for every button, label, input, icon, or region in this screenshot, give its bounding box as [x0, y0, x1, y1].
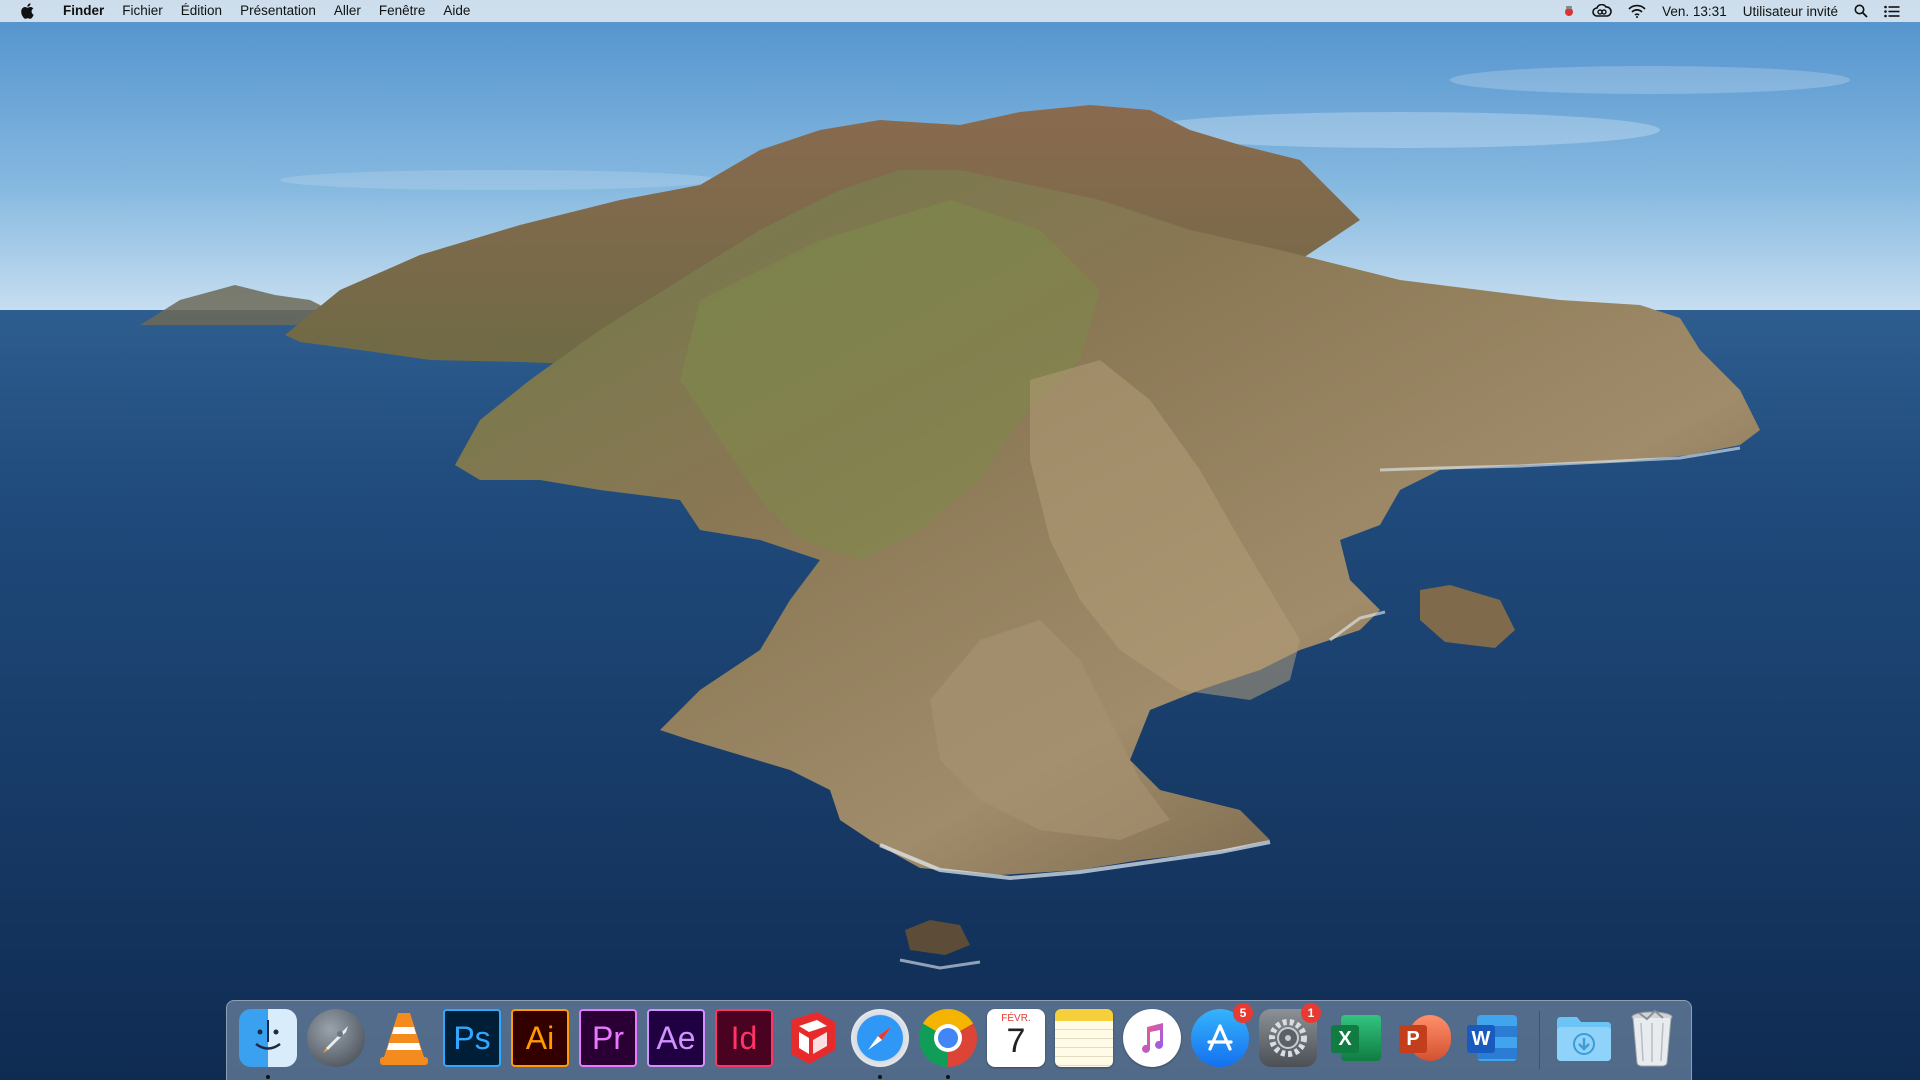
- dock-item-trash[interactable]: [1623, 1009, 1681, 1067]
- notification-badge: 5: [1233, 1003, 1253, 1023]
- desktop-wallpaper: [0, 0, 1920, 1080]
- dock-item-sketchup[interactable]: [783, 1009, 841, 1067]
- after-effects-icon: Ae: [647, 1009, 705, 1067]
- illustrator-icon: Ai: [511, 1009, 569, 1067]
- dock-item-launchpad[interactable]: [307, 1009, 365, 1067]
- dock-item-safari[interactable]: [851, 1009, 909, 1079]
- powerpoint-letter: P: [1399, 1025, 1427, 1053]
- menu-app-name[interactable]: Finder: [54, 0, 113, 22]
- apple-menu-icon[interactable]: [0, 0, 54, 22]
- clock[interactable]: Ven. 13:31: [1654, 0, 1735, 22]
- menu-edition[interactable]: Édition: [172, 0, 231, 22]
- dock-item-photoshop[interactable]: Ps: [443, 1009, 501, 1067]
- dock-item-powerpoint[interactable]: P: [1395, 1009, 1453, 1067]
- finder-icon: [239, 1009, 297, 1067]
- dock-item-word[interactable]: W: [1463, 1009, 1521, 1067]
- recording-indicator-icon[interactable]: [1554, 0, 1584, 22]
- running-indicator: [946, 1075, 950, 1079]
- spotlight-search-icon[interactable]: [1846, 0, 1876, 22]
- itunes-icon: [1123, 1009, 1181, 1067]
- downloads-folder-icon: [1555, 1009, 1613, 1067]
- chrome-icon: [919, 1009, 977, 1067]
- safari-icon: [851, 1009, 909, 1067]
- powerpoint-icon: P: [1395, 1009, 1453, 1067]
- dock-item-after-effects[interactable]: Ae: [647, 1009, 705, 1067]
- dock-item-system-preferences[interactable]: 1: [1259, 1003, 1321, 1067]
- calendar-icon: FÉVR. 7: [987, 1009, 1045, 1067]
- vlc-icon: [375, 1009, 433, 1067]
- calendar-day: 7: [1006, 1022, 1026, 1060]
- menu-aide[interactable]: Aide: [434, 0, 479, 22]
- excel-icon: X: [1327, 1009, 1385, 1067]
- menu-presentation[interactable]: Présentation: [231, 0, 325, 22]
- premiere-icon: Pr: [579, 1009, 637, 1067]
- notification-badge: 1: [1301, 1003, 1321, 1023]
- menu-fenetre[interactable]: Fenêtre: [370, 0, 435, 22]
- user-menu[interactable]: Utilisateur invité: [1735, 0, 1846, 22]
- dock-item-downloads[interactable]: [1555, 1009, 1613, 1067]
- dock-item-calendar[interactable]: FÉVR. 7: [987, 1009, 1045, 1067]
- dock-item-chrome[interactable]: [919, 1009, 977, 1079]
- catalina-wallpaper: [0, 0, 1920, 1080]
- excel-letter: X: [1331, 1025, 1359, 1053]
- dock-item-notes[interactable]: [1055, 1009, 1113, 1067]
- creative-cloud-icon[interactable]: [1584, 0, 1620, 22]
- word-icon: W: [1463, 1009, 1521, 1067]
- trash-icon: [1623, 1009, 1681, 1067]
- dock-separator: [1539, 1011, 1540, 1069]
- menu-aller[interactable]: Aller: [325, 0, 370, 22]
- dock-item-finder[interactable]: [239, 1009, 297, 1079]
- running-indicator: [878, 1075, 882, 1079]
- word-letter: W: [1467, 1025, 1495, 1053]
- menu-bar: Finder Fichier Édition Présentation Alle…: [0, 0, 1920, 22]
- dock-item-indesign[interactable]: Id: [715, 1009, 773, 1067]
- photoshop-icon: Ps: [443, 1009, 501, 1067]
- dock-item-illustrator[interactable]: Ai: [511, 1009, 569, 1067]
- indesign-icon: Id: [715, 1009, 773, 1067]
- sketchup-icon: [783, 1009, 841, 1067]
- notes-icon: [1055, 1009, 1113, 1067]
- dock: Ps Ai Pr Ae Id FÉVR. 7 5 1 X P W: [226, 1000, 1692, 1080]
- notification-center-icon[interactable]: [1876, 0, 1908, 22]
- wifi-icon[interactable]: [1620, 0, 1654, 22]
- running-indicator: [266, 1075, 270, 1079]
- dock-item-app-store[interactable]: 5: [1191, 1003, 1253, 1067]
- launchpad-icon: [307, 1009, 365, 1067]
- dock-item-vlc[interactable]: [375, 1009, 433, 1067]
- dock-item-itunes[interactable]: [1123, 1009, 1181, 1067]
- dock-item-premiere[interactable]: Pr: [579, 1009, 637, 1067]
- menu-fichier[interactable]: Fichier: [113, 0, 172, 22]
- dock-item-excel[interactable]: X: [1327, 1009, 1385, 1067]
